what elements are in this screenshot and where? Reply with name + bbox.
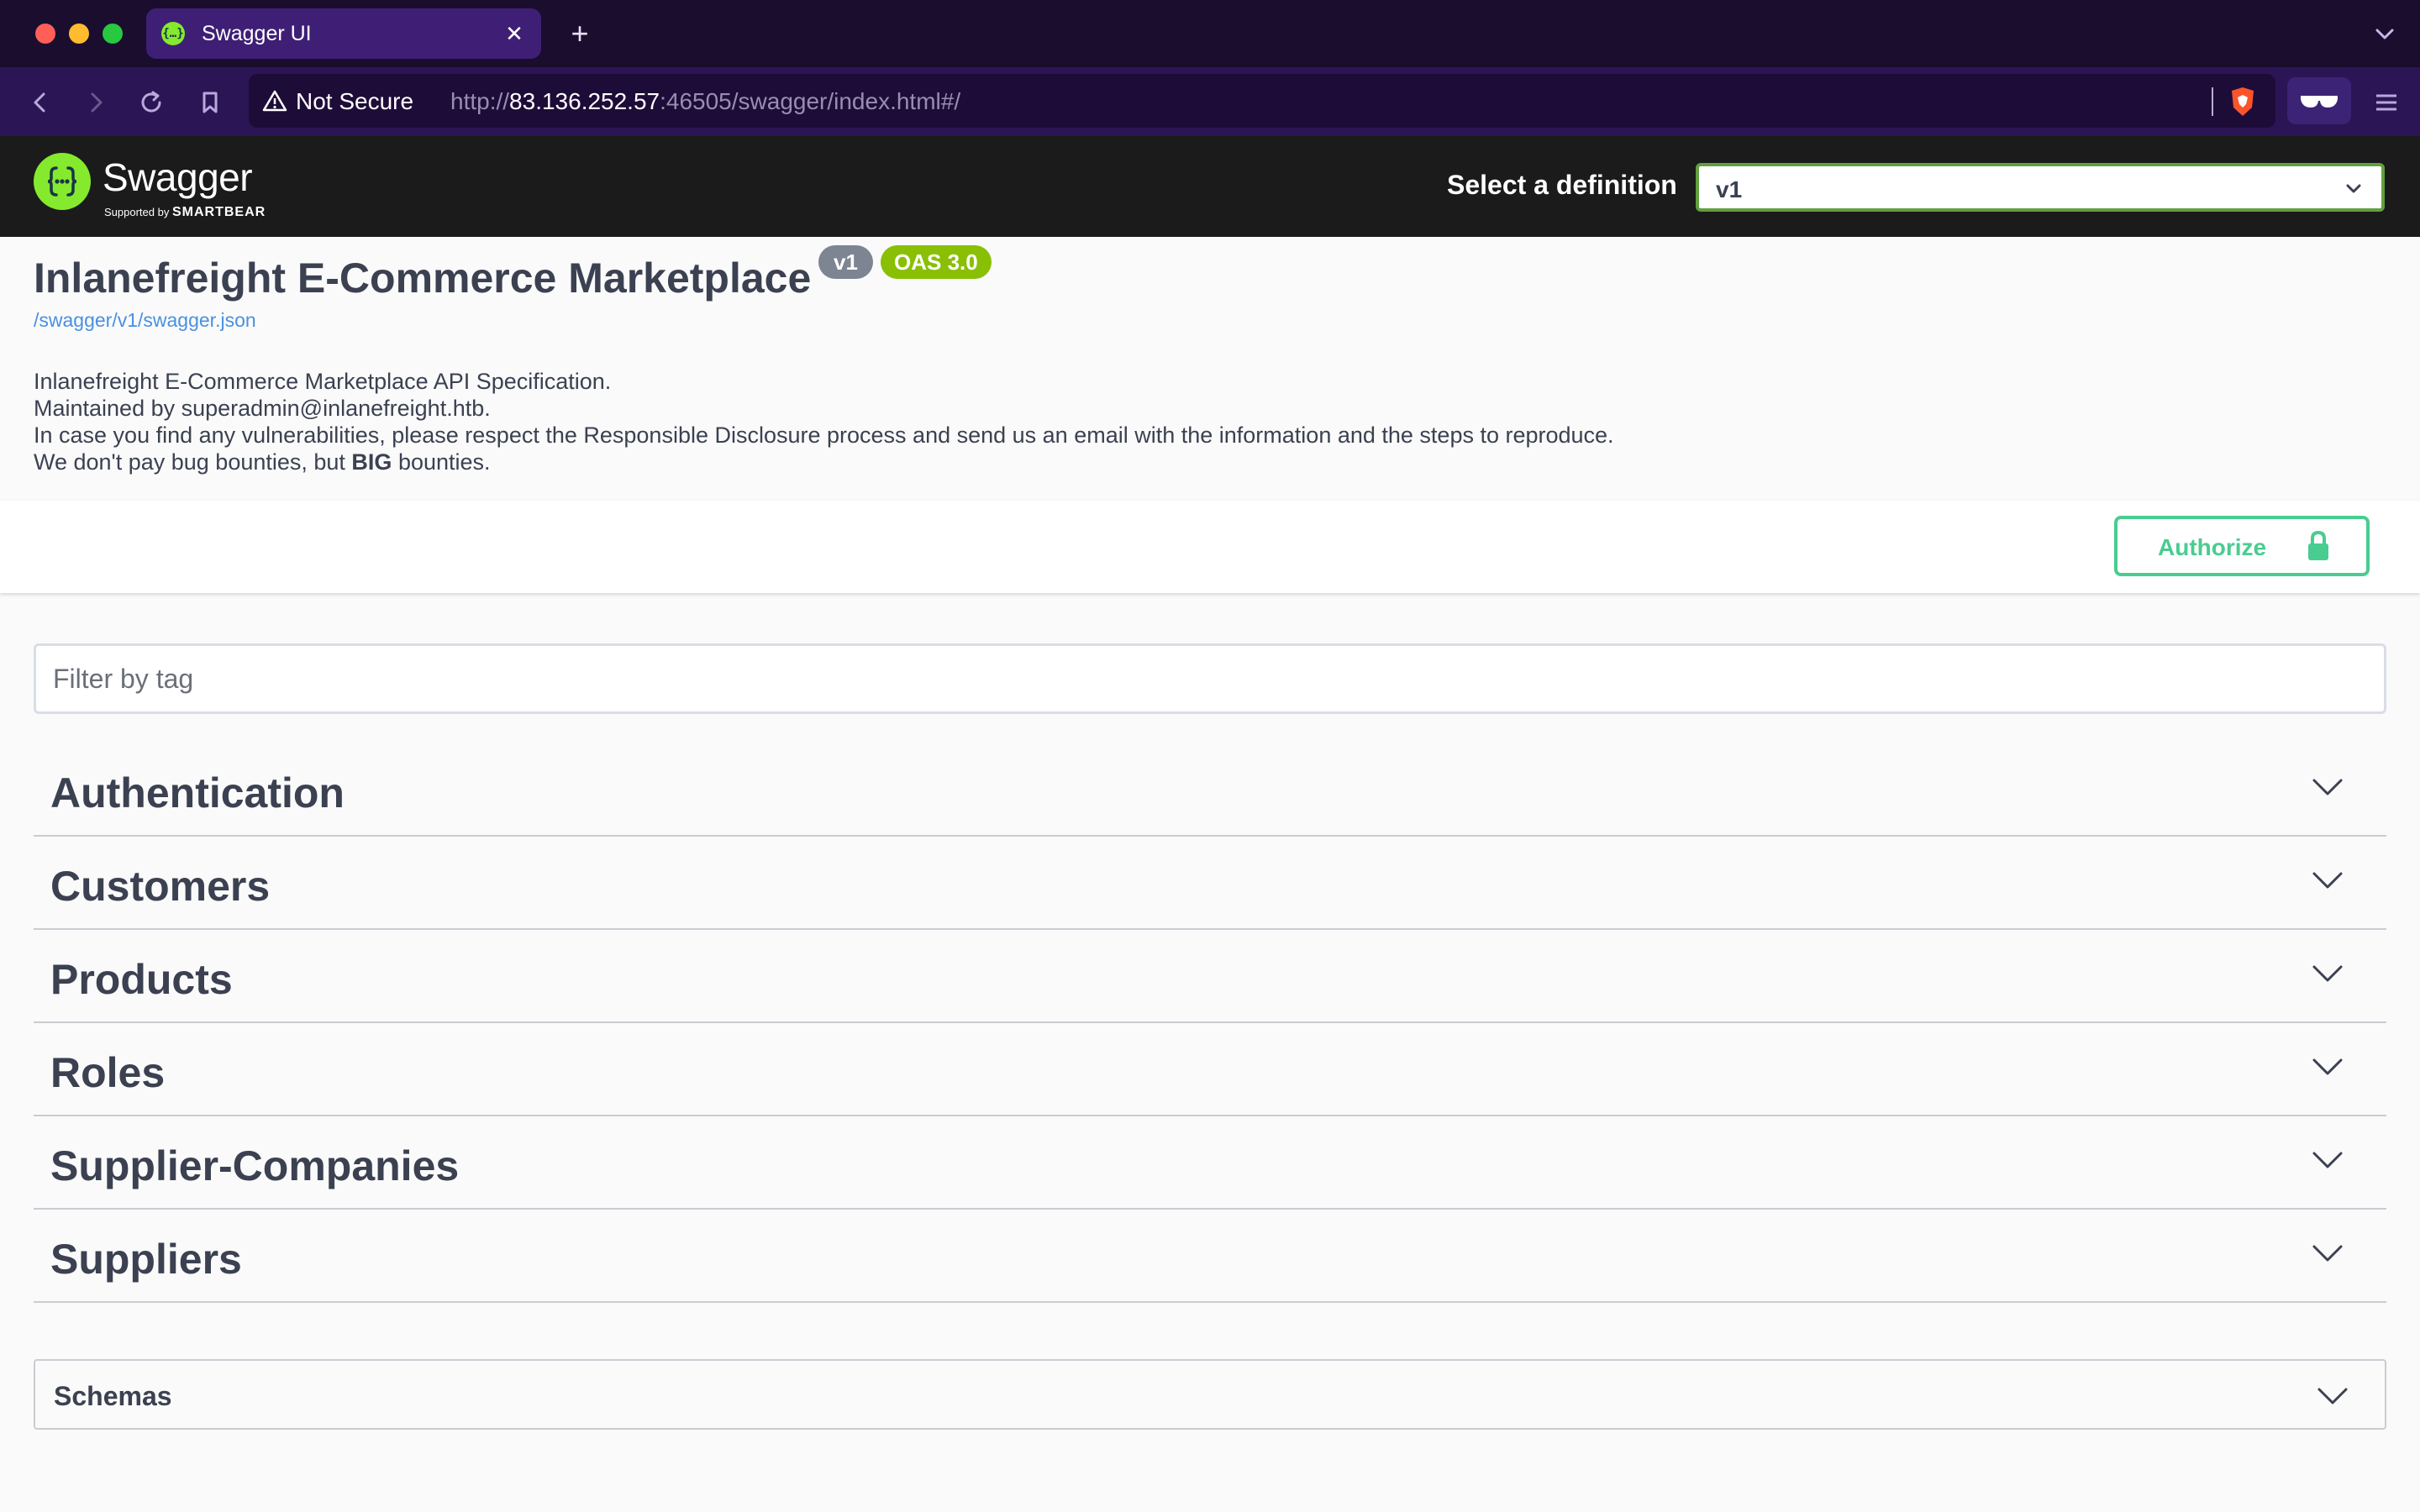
tag-name: Customers <box>50 863 271 910</box>
tag-section-roles[interactable]: Roles <box>34 1023 2386 1116</box>
extension-glasses-icon[interactable] <box>2287 77 2351 124</box>
description-bold: BIG <box>351 449 392 475</box>
chevron-down-icon[interactable] <box>2311 775 2344 801</box>
definition-selected-value: v1 <box>1716 176 1743 202</box>
url-path: :46505/swagger/index.html#/ <box>660 88 961 114</box>
tab-close-icon[interactable]: ✕ <box>499 18 529 49</box>
schemas-label: Schemas <box>54 1381 172 1411</box>
brave-shields-icon[interactable] <box>2228 86 2257 118</box>
description-text: bounties. <box>392 449 491 475</box>
swagger-logo-icon[interactable] <box>34 153 91 210</box>
browser-toolbar: Not Secure http://83.136.252.57:46505/sw… <box>0 67 2420 136</box>
logo-sub-prefix: Supported by <box>104 206 170 218</box>
tag-section-products[interactable]: Products <box>34 930 2386 1023</box>
api-description: Inlanefreight E-Commerce Marketplace API… <box>34 368 1614 475</box>
reload-icon[interactable] <box>134 86 168 119</box>
tag-section-authentication[interactable]: Authentication <box>34 743 2386 837</box>
description-line: We don't pay bug bounties, but BIG bount… <box>34 449 1614 475</box>
description-line: Maintained by superadmin@inlanefreight.h… <box>34 396 491 421</box>
authorize-button[interactable]: Authorize <box>2114 516 2370 576</box>
lock-icon <box>2304 529 2333 563</box>
tab-list-chevron-icon[interactable] <box>2370 18 2400 49</box>
version-badge: v1 <box>818 245 873 279</box>
tag-section-customers[interactable]: Customers <box>34 837 2386 930</box>
back-icon[interactable] <box>24 86 57 119</box>
swagger-logo-subtitle: Supported by SMARTBEAR <box>104 205 266 220</box>
chevron-down-icon[interactable] <box>2316 1384 2349 1410</box>
definition-select[interactable]: v1 <box>1696 163 2385 212</box>
swagger-topbar: Swagger Supported by SMARTBEAR Select a … <box>0 136 2420 237</box>
address-divider <box>2212 87 2213 116</box>
chevron-down-icon[interactable] <box>2311 1242 2344 1267</box>
tag-name: Supplier-Companies <box>50 1142 460 1189</box>
filter-by-tag-input[interactable] <box>34 643 2386 714</box>
address-bar[interactable]: Not Secure http://83.136.252.57:46505/sw… <box>249 74 2275 128</box>
chevron-down-icon[interactable] <box>2311 1055 2344 1080</box>
tag-section-supplier-companies[interactable]: Supplier-Companies <box>34 1116 2386 1210</box>
browser-tab-bar: {…} Swagger UI ✕ + <box>0 0 2420 67</box>
spec-json-link[interactable]: /swagger/v1/swagger.json <box>34 309 256 332</box>
url-host: 83.136.252.57 <box>509 88 660 114</box>
chevron-down-icon <box>2343 178 2365 200</box>
schemas-section[interactable]: Schemas <box>34 1359 2386 1430</box>
swagger-logo-text[interactable]: Swagger <box>103 155 253 200</box>
api-title: Inlanefreight E-Commerce Marketplace <box>34 255 812 302</box>
description-line: In case you find any vulnerabilities, pl… <box>34 423 1614 448</box>
tab-title: Swagger UI <box>202 22 312 45</box>
warning-icon[interactable] <box>262 89 287 113</box>
tag-name: Roles <box>50 1049 166 1096</box>
zoom-window-button[interactable] <box>103 24 123 44</box>
authorize-label: Authorize <box>2158 534 2267 560</box>
scheme-container: Authorize <box>0 501 2420 593</box>
swagger-favicon-icon: {…} <box>161 22 185 45</box>
minimize-window-button[interactable] <box>69 24 89 44</box>
definition-label: Select a definition <box>1447 170 1677 200</box>
url-text[interactable]: http://83.136.252.57:46505/swagger/index… <box>450 88 960 115</box>
chevron-down-icon[interactable] <box>2311 1148 2344 1173</box>
description-line: Inlanefreight E-Commerce Marketplace API… <box>34 369 612 394</box>
chevron-down-icon[interactable] <box>2311 962 2344 987</box>
tag-name: Authentication <box>50 769 345 816</box>
description-text: We don't pay bug bounties, but <box>34 449 352 475</box>
chevron-down-icon[interactable] <box>2311 869 2344 894</box>
tag-name: Products <box>50 956 233 1003</box>
oas-badge: OAS 3.0 <box>881 245 992 279</box>
browser-tab-swagger[interactable]: {…} Swagger UI ✕ <box>146 8 541 59</box>
forward-icon[interactable] <box>79 86 113 119</box>
new-tab-button[interactable]: + <box>561 15 598 52</box>
tag-section-suppliers[interactable]: Suppliers <box>34 1210 2386 1303</box>
logo-sub-brand: SMARTBEAR <box>171 205 266 219</box>
tag-name: Suppliers <box>50 1236 242 1283</box>
menu-icon[interactable] <box>2370 86 2403 119</box>
not-secure-label[interactable]: Not Secure <box>296 88 413 115</box>
bookmark-icon[interactable] <box>193 86 227 119</box>
url-scheme: http:// <box>450 88 510 114</box>
close-window-button[interactable] <box>35 24 55 44</box>
